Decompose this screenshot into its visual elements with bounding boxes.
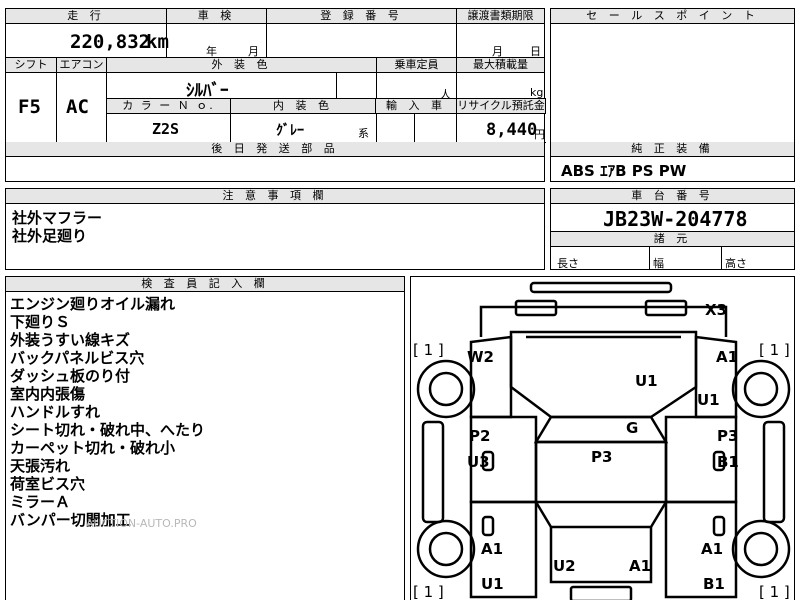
recycle-value: 8,440 <box>486 120 538 140</box>
registration-header: 登 録 番 号 <box>266 9 456 24</box>
damage-mark-u1-hood: U1 <box>635 372 658 390</box>
exterior-color-header: 外 装 色 <box>106 58 376 73</box>
bracket-bottom-right: [ 1 ] <box>759 583 790 600</box>
inspector-line: 外装うすい線キズ <box>10 331 131 349</box>
inspector-line: ハンドルすれ <box>10 403 101 421</box>
notes-header: 注 意 事 項 欄 <box>6 189 544 204</box>
damage-mark-u1-rear-left: U1 <box>481 575 504 593</box>
damage-mark-p2: P2 <box>469 427 491 445</box>
inspector-line: ミラーＡ <box>10 493 71 511</box>
inspector-line: 下廻りＳ <box>10 313 71 331</box>
damage-mark-p3-center: P3 <box>591 448 613 466</box>
interior-suffix: 系 <box>358 127 369 140</box>
damage-mark-a1-front-right: A1 <box>716 348 739 366</box>
recycle-deposit-header: リサイクル預託金 <box>456 98 546 114</box>
chassis-header: 車 台 番 号 <box>551 189 794 204</box>
mileage-unit: km <box>146 31 169 53</box>
chassis-panel: 車 台 番 号 JB23W-204778 諸 元 長さ 幅 高さ <box>550 188 795 270</box>
inspector-line: 天張汚れ <box>10 457 71 475</box>
damage-mark-u3: U3 <box>467 453 490 471</box>
inspector-line: 室内内張傷 <box>10 385 86 403</box>
note-line: 社外マフラー <box>12 209 103 227</box>
inspector-header: 検 査 員 記 入 欄 <box>6 277 404 292</box>
damage-mark-w2: W2 <box>467 348 494 366</box>
shaken-year-label: 年 <box>206 45 217 58</box>
ac-header: エアコン <box>56 58 106 73</box>
inspector-line: エンジン廻りオイル漏れ <box>10 295 176 313</box>
damage-mark-a1-rear-right: A1 <box>701 540 724 558</box>
spec-section: シフト エアコン 外 装 色 乗車定員 最大積載量 F5 AC ｼﾙﾊﾞｰ 人 … <box>5 58 546 158</box>
mileage-header: 走 行 <box>6 9 166 24</box>
transfer-month-label: 月 <box>492 45 503 58</box>
ac-value: AC <box>66 96 89 118</box>
note-line: 社外足廻り <box>12 227 88 245</box>
top-section: 走 行 車 検 登 録 番 号 譲渡書類期限 220,832 km 年 月 月 … <box>5 8 545 59</box>
color-no-value: Z2S <box>152 120 180 138</box>
inspector-line: ダッシュ板のり付 <box>10 367 131 385</box>
interior-color-header: 内 装 色 <box>230 98 376 114</box>
bracket-top-right: [ 1 ] <box>759 341 790 359</box>
damage-mark-x3: X3 <box>705 301 728 319</box>
shift-header: シフト <box>6 58 56 73</box>
damage-mark-b1-right: B1 <box>717 453 739 471</box>
parts-later-area <box>5 157 545 182</box>
equipment-value: ABS ｴｱB PS PW <box>561 162 687 180</box>
length-label: 長さ <box>557 257 579 270</box>
bracket-top-left: [ 1 ] <box>413 341 444 359</box>
shift-value: F5 <box>18 96 41 118</box>
shaken-month-label: 月 <box>248 45 259 58</box>
chassis-number: JB23W-204778 <box>603 207 748 231</box>
equipment-panel: 純 正 装 備 ABS ｴｱB PS PW <box>550 142 795 182</box>
car-diagram-panel: [ 1 ] [ 1 ] [ 1 ] [ 1 ] X3 W2 A1 U1 U1 P… <box>410 276 795 600</box>
shaken-header: 車 検 <box>166 9 266 24</box>
damage-mark-a1-rear-left: A1 <box>481 540 504 558</box>
inspector-panel: 検 査 員 記 入 欄 エンジン廻りオイル漏れ 下廻りＳ 外装うすい線キズ バッ… <box>5 276 405 600</box>
import-car-header: 輸 入 車 <box>375 98 457 114</box>
mileage-value: 220,832 <box>70 31 151 53</box>
transfer-deadline-header: 譲渡書類期限 <box>456 9 544 24</box>
interior-color-value: ｸﾞﾚｰ <box>276 123 304 139</box>
damage-mark-p3-right: P3 <box>717 427 739 445</box>
damage-mark-u2: U2 <box>553 557 576 575</box>
sales-point-header: セ ー ル ス ポ イ ン ト <box>551 9 794 24</box>
damage-mark-a1-rear: A1 <box>629 557 652 575</box>
notes-panel: 注 意 事 項 欄 社外マフラー 社外足廻り <box>5 188 545 270</box>
damage-mark-u1-front-fender: U1 <box>697 391 720 409</box>
parts-later-header: 後 日 発 送 部 品 <box>6 142 544 157</box>
width-label: 幅 <box>653 257 664 270</box>
color-no-header: カ ラ ー Ｎ ｏ. <box>106 98 231 114</box>
capacity-header: 乗車定員 <box>376 58 456 73</box>
inspector-line: バックパネルビス穴 <box>10 349 145 367</box>
inspector-line: シート切れ・破れ中、へたり <box>10 421 206 439</box>
damage-mark-g: G <box>626 419 639 437</box>
damage-mark-b1-rear-right: B1 <box>703 575 725 593</box>
transfer-day-label: 日 <box>530 45 541 58</box>
watermark: AUCTION-AUTO.PRO <box>86 517 197 530</box>
recycle-unit: 円 <box>534 128 545 141</box>
dims-header: 諸 元 <box>551 231 794 247</box>
bracket-bottom-left: [ 1 ] <box>413 583 444 600</box>
height-label: 高さ <box>725 257 747 270</box>
max-load-header: 最大積載量 <box>456 58 544 73</box>
sales-point-panel: セ ー ル ス ポ イ ン ト <box>550 8 795 143</box>
inspector-line: 荷室ビス穴 <box>10 475 86 493</box>
equipment-header: 純 正 装 備 <box>551 142 794 157</box>
inspector-line: カーペット切れ・破れ小 <box>10 439 176 457</box>
